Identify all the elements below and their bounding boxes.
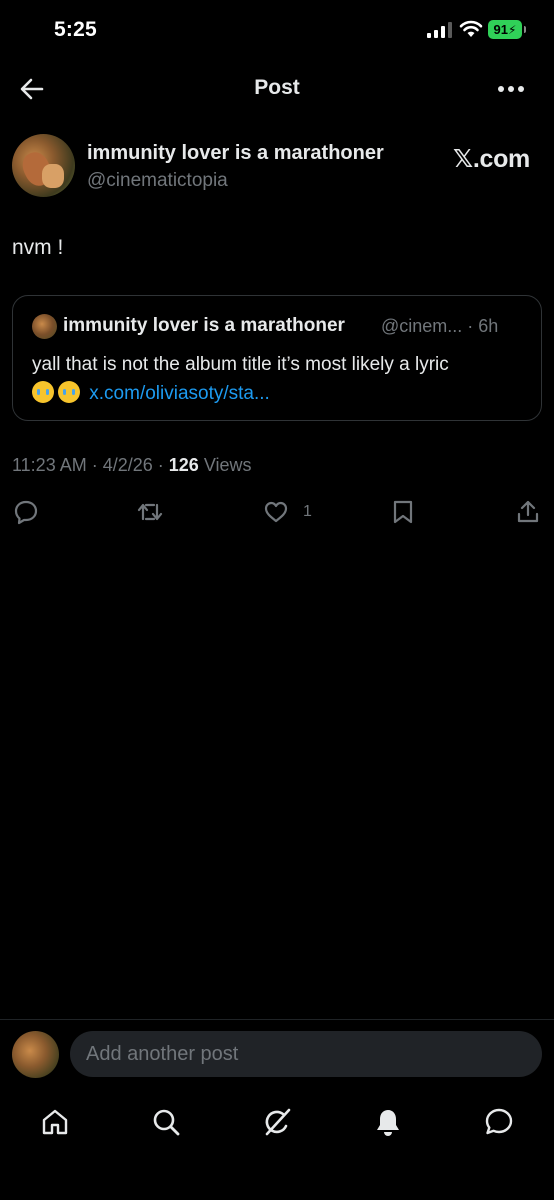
cellular-signal-icon <box>427 22 452 38</box>
views-count: 126 <box>168 455 199 475</box>
home-icon <box>42 1109 68 1135</box>
avatar[interactable] <box>12 134 75 197</box>
quote-text: yall that is not the album title it’s mo… <box>32 350 532 408</box>
quote-display-name: immunity lover is a marathoner <box>63 315 345 336</box>
status-bar: 5:25 91 ⚡ <box>0 0 554 62</box>
bookmark-icon <box>393 500 413 524</box>
search-icon <box>153 1109 180 1136</box>
post-date: 4/2/26 <box>102 455 153 475</box>
post-author: immunity lover is a marathoner @cinemati… <box>12 134 542 200</box>
message-icon <box>485 1108 513 1135</box>
tab-home[interactable] <box>39 1106 71 1138</box>
top-nav: Post <box>0 62 554 116</box>
bottom-tab-bar <box>0 1100 554 1150</box>
x-watermark: 𝕏.com <box>453 145 530 173</box>
heart-icon <box>264 501 288 523</box>
divider <box>0 1019 554 1020</box>
author-display-name[interactable]: immunity lover is a marathoner <box>87 142 384 165</box>
battery-level: 91 <box>493 22 509 37</box>
share-button[interactable] <box>515 498 541 526</box>
comment-icon <box>14 500 38 525</box>
quote-meta: @cinem... · 6h <box>381 316 499 336</box>
grok-icon <box>265 1108 291 1136</box>
crying-face-emoji-icon <box>58 381 80 403</box>
quote-body: yall that is not the album title it’s mo… <box>32 354 449 375</box>
avatar <box>12 1031 59 1078</box>
reply-button[interactable] <box>13 498 39 526</box>
bell-icon <box>377 1110 399 1136</box>
views-label: Views <box>203 455 252 475</box>
crying-face-emoji-icon <box>32 381 54 403</box>
wifi-icon <box>459 20 483 37</box>
reply-input[interactable] <box>70 1031 542 1077</box>
more-horizontal-icon[interactable] <box>497 84 525 94</box>
share-icon <box>517 500 539 523</box>
quote-avatar <box>32 314 57 339</box>
tab-grok[interactable] <box>261 1106 293 1138</box>
tab-messages[interactable] <box>483 1106 515 1138</box>
bookmark-button[interactable] <box>390 498 416 526</box>
repost-button[interactable] <box>137 498 163 526</box>
post-time: 11:23 AM <box>12 455 87 475</box>
post-meta: 11:23 AM · 4/2/26 · 126 Views <box>12 455 252 475</box>
like-count: 1 <box>303 503 312 520</box>
status-time: 5:25 <box>54 18 97 41</box>
like-button[interactable]: 1 <box>263 498 312 526</box>
battery-indicator: 91 ⚡ <box>488 20 526 39</box>
page-title: Post <box>254 76 300 99</box>
repost-icon <box>137 503 163 521</box>
tab-search[interactable] <box>150 1106 182 1138</box>
quoted-post[interactable]: immunity lover is a marathoner @cinem...… <box>12 295 542 421</box>
tab-notifications[interactable] <box>372 1106 404 1138</box>
quote-link[interactable]: x.com/oliviasoty/sta... <box>89 383 270 404</box>
author-handle[interactable]: @cinematictopia <box>87 170 228 192</box>
post-actions: 1 <box>0 498 554 528</box>
post-text: nvm ! <box>12 236 64 259</box>
reply-bar <box>0 1030 554 1080</box>
